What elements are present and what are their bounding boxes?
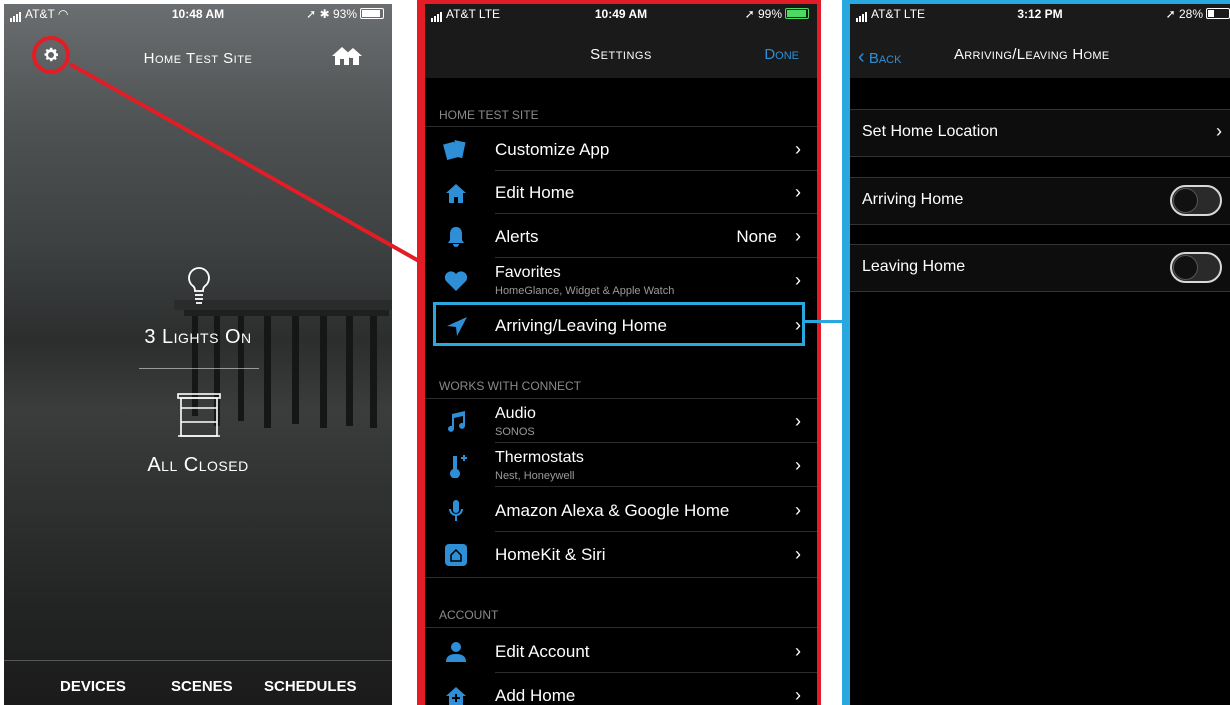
tab-scenes[interactable]: SCENES [171, 678, 233, 695]
chevron-right-icon: › [795, 226, 801, 246]
row-label: Arriving Home [862, 191, 964, 208]
chevron-right-icon: › [1216, 121, 1222, 141]
row-label: Amazon Alexa & Google Home [495, 501, 730, 520]
settings-row-thermostats[interactable]: Thermostats Nest, Honeywell › [425, 444, 817, 487]
page-title: Settings [590, 46, 652, 63]
bluetooth-icon: ✱ [319, 7, 330, 21]
row-label: Thermostats [495, 449, 584, 466]
highlight-box [433, 302, 805, 346]
arriving-home-row: Arriving Home [850, 178, 1230, 224]
set-home-location-row[interactable]: Set Home Location › [850, 110, 1230, 156]
row-label: Alerts [495, 227, 539, 246]
row-label: Add Home [495, 686, 576, 705]
alerts-value: None [736, 227, 777, 246]
status-bar: AT&T ◠ 10:48 AM ➚ ✱ 93% [4, 4, 392, 22]
row-label: Audio [495, 405, 536, 422]
homes-icon[interactable] [330, 44, 362, 68]
leaving-home-toggle[interactable] [1170, 252, 1222, 283]
status-bar: AT&T LTE 3:12 PM ➚ 28% [850, 4, 1230, 22]
row-sublabel: HomeGlance, Widget & Apple Watch [495, 285, 675, 297]
callout-line-blue [805, 320, 845, 323]
chevron-left-icon: ‹ [858, 46, 865, 68]
back-button[interactable]: ‹ Back [858, 46, 901, 69]
row-label: Set Home Location [862, 123, 999, 140]
battery-percent: 28% [1178, 7, 1203, 21]
add-home-icon [446, 687, 466, 705]
section-header: WORKS WITH CONNECT [439, 379, 581, 393]
bell-icon [448, 227, 464, 247]
shades-status[interactable]: All Closed [4, 454, 392, 477]
tab-devices[interactable]: DEVICES [60, 678, 126, 695]
page-title: Arriving/Leaving Home [954, 46, 1110, 63]
row-label: Edit Home [495, 183, 575, 202]
location-icon: ➚ [306, 7, 317, 21]
row-label: Favorites [495, 264, 561, 281]
nav-header: AT&T LTE 3:12 PM ➚ 28% ‹ Back Arriving/L… [850, 4, 1230, 78]
row-label: Edit Account [495, 642, 590, 661]
battery-icon [1206, 8, 1230, 19]
settings-button[interactable] [32, 36, 70, 74]
home-screen: AT&T ◠ 10:48 AM ➚ ✱ 93% Home Test Site 3… [4, 4, 392, 705]
music-note-icon [448, 411, 465, 432]
toggle-knob [1173, 188, 1198, 213]
chevron-right-icon: › [795, 455, 801, 475]
arriving-home-toggle[interactable] [1170, 185, 1222, 216]
chevron-right-icon: › [795, 182, 801, 202]
gear-icon [44, 47, 59, 62]
section-header: HOME TEST SITE [439, 108, 539, 122]
row-sublabel: Nest, Honeywell [495, 470, 575, 482]
battery-percent: 93% [332, 7, 357, 21]
lightbulb-icon[interactable] [186, 266, 212, 308]
divider [139, 368, 259, 369]
thermometer-icon [450, 455, 467, 478]
battery-icon [360, 8, 384, 19]
chevron-right-icon: › [795, 544, 801, 564]
status-bar: AT&T LTE 10:49 AM ➚ 99% [425, 4, 817, 22]
settings-row-homekit[interactable]: HomeKit & Siri › [425, 533, 817, 576]
back-label: Back [868, 50, 902, 67]
battery-icon [785, 8, 809, 19]
settings-row-edit-account[interactable]: Edit Account › [425, 630, 817, 673]
homekit-icon [445, 544, 467, 566]
window-shade-icon[interactable] [176, 392, 222, 440]
cards-icon [443, 140, 466, 161]
house-icon [446, 184, 466, 203]
toggle-knob [1173, 255, 1198, 280]
settings-row-alerts[interactable]: Alerts None › [425, 215, 817, 258]
arriving-leaving-screen: AT&T LTE 3:12 PM ➚ 28% ‹ Back Arriving/L… [850, 4, 1230, 705]
battery-percent: 99% [757, 7, 782, 21]
done-button[interactable]: Done [764, 46, 799, 63]
location-icon: ➚ [1165, 7, 1176, 21]
settings-row-edit-home[interactable]: Edit Home › [425, 171, 817, 214]
settings-screen: AT&T LTE 10:49 AM ➚ 99% Settings Done HO… [425, 4, 817, 705]
nav-header: AT&T LTE 10:49 AM ➚ 99% Settings Done [425, 4, 817, 78]
user-icon [446, 642, 466, 662]
chevron-right-icon: › [795, 270, 801, 290]
section-header: ACCOUNT [439, 608, 499, 622]
row-sublabel: SONOS [495, 426, 535, 438]
heart-icon [444, 271, 468, 291]
settings-row-add-home[interactable]: Add Home › [425, 674, 817, 705]
chevron-right-icon: › [795, 500, 801, 520]
settings-row-favorites[interactable]: Favorites HomeGlance, Widget & Apple Wat… [425, 259, 817, 302]
tab-schedules[interactable]: SCHEDULES [264, 678, 357, 695]
chevron-right-icon: › [795, 685, 801, 705]
microphone-icon [449, 500, 463, 521]
row-label: HomeKit & Siri [495, 545, 606, 564]
settings-row-alexa-google[interactable]: Amazon Alexa & Google Home › [425, 489, 817, 532]
row-label: Customize App [495, 140, 610, 159]
divider [4, 660, 392, 661]
settings-row-audio[interactable]: Audio SONOS › [425, 400, 817, 443]
chevron-right-icon: › [795, 641, 801, 661]
row-label: Leaving Home [862, 258, 966, 275]
lights-status[interactable]: 3 Lights On [4, 326, 392, 349]
location-icon: ➚ [744, 7, 755, 21]
chevron-right-icon: › [795, 411, 801, 431]
chevron-right-icon: › [795, 139, 801, 159]
leaving-home-row: Leaving Home [850, 245, 1230, 291]
settings-row-customize-app[interactable]: Customize App › [425, 128, 817, 171]
